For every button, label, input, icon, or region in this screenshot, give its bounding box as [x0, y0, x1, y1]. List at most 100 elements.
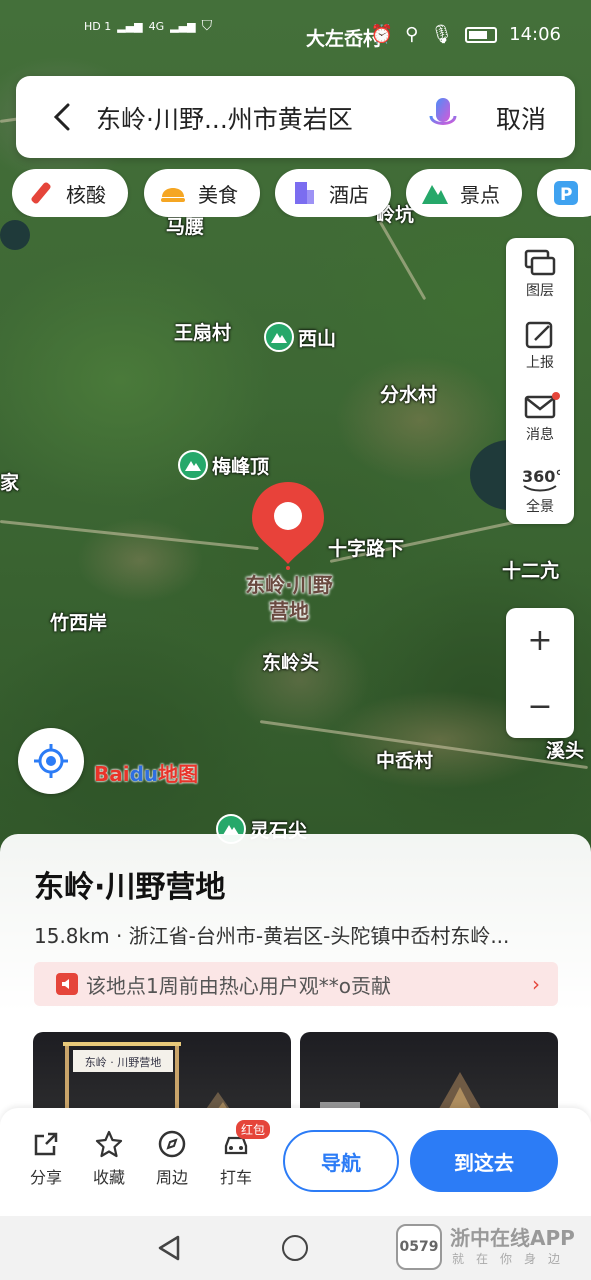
cancel-button[interactable]: 取消 — [496, 100, 546, 136]
signal-indicators: HD 1 ▂▄▆ 4G ▂▄▆ ⛉ — [84, 18, 212, 34]
signal-icon: ▂▄▆ — [117, 19, 143, 33]
map-lake — [0, 220, 30, 250]
action-label: 周边 — [155, 1168, 188, 1187]
photo-sign-text: 东岭 · 川野营地 — [85, 1055, 162, 1069]
voice-search-icon[interactable] — [428, 96, 458, 138]
action-label: 打车 — [219, 1168, 252, 1187]
search-input[interactable]: 东岭·川野...州市黄岩区 — [96, 100, 353, 136]
star-icon — [95, 1130, 123, 1158]
map-label-jia: 家 — [0, 472, 20, 494]
poi-meifeng[interactable]: 梅峰顶 — [178, 450, 269, 480]
logo-part: du — [129, 762, 159, 786]
tool-label: 消息 — [526, 427, 554, 443]
notice-text: 该地点1周前由热心用户观**o贡献 — [86, 973, 391, 998]
chip-label: 美食 — [198, 182, 238, 207]
chip-nucleic-test[interactable]: 核酸 — [12, 169, 128, 217]
shield-icon: ⛉ — [201, 18, 213, 34]
microphone-status-icon: 🎙 — [430, 24, 454, 45]
logo-part: 地图 — [158, 762, 199, 786]
notification-dot — [552, 392, 560, 400]
map-label-wangshan: 王扇村 — [174, 322, 232, 344]
share-button[interactable]: 分享 — [21, 1130, 71, 1188]
go-here-button[interactable]: 到这去 — [410, 1130, 558, 1192]
crosshair-icon — [34, 744, 68, 778]
signal-icon: ▂▄▆ — [170, 19, 196, 33]
poi-xishan[interactable]: 西山 — [264, 322, 336, 352]
panorama-360-icon: 360° — [522, 467, 560, 492]
clock: 14:06 — [509, 24, 561, 45]
chip-label: 酒店 — [329, 182, 369, 207]
poi-label: 梅峰顶 — [212, 455, 270, 478]
tool-label: 图层 — [526, 283, 554, 299]
mountain-icon — [264, 322, 294, 352]
system-home-icon[interactable] — [282, 1235, 308, 1261]
logo-part: Bai — [94, 762, 130, 786]
map-label-fenshui: 分水村 — [380, 384, 438, 406]
chip-scenic[interactable]: 景点 — [406, 169, 522, 217]
action-bar: 分享 收藏 周边 打车 红包 导航 到这去 — [0, 1108, 591, 1216]
speaker-icon — [56, 973, 78, 995]
red-packet-badge: 红包 — [236, 1120, 271, 1139]
map-road — [0, 520, 259, 551]
chip-label: 核酸 — [66, 182, 106, 207]
watermark-title: 浙中在线APP — [450, 1226, 575, 1250]
map-label-dongling-tou: 东岭头 — [262, 652, 320, 674]
parking-icon: P — [551, 178, 581, 208]
sim2-label: 4G — [148, 19, 165, 33]
location-pin-icon[interactable] — [250, 480, 326, 570]
scenic-icon — [420, 178, 450, 208]
report-icon — [525, 321, 553, 349]
pin-label: 东岭·川野营地 — [245, 573, 333, 623]
back-icon[interactable] — [48, 102, 78, 132]
chevron-right-icon: › — [532, 972, 540, 996]
hotel-icon — [289, 178, 319, 208]
svg-text:P: P — [560, 185, 572, 205]
zoom-in-button[interactable]: + — [506, 608, 574, 672]
test-tube-icon — [26, 178, 56, 208]
contribution-notice[interactable]: 该地点1周前由热心用户观**o贡献 › — [34, 962, 558, 1006]
layers-button[interactable]: 图层 — [506, 240, 574, 310]
system-nav-bar: 0579 浙中在线APP 就在你身边 — [0, 1216, 591, 1280]
search-bar[interactable]: 东岭·川野...州市黄岩区 取消 — [16, 76, 575, 158]
map-label-shizilu: 十字路下 — [328, 538, 405, 560]
map-tools-panel: 图层 上报 消息 360° 全景 — [506, 238, 574, 524]
tool-label: 全景 — [526, 499, 554, 515]
messages-button[interactable]: 消息 — [506, 384, 574, 454]
map-label-zhongao: 中岙村 — [376, 750, 434, 772]
system-back-icon[interactable] — [156, 1234, 184, 1262]
panorama-button[interactable]: 360° 全景 — [506, 456, 574, 526]
baidu-map-logo: Baidu地图 — [94, 758, 198, 787]
food-icon — [158, 178, 188, 208]
watermark-logo: 0579 — [396, 1224, 442, 1270]
mountain-icon — [178, 450, 208, 480]
map-label-zhuxian: 竹西岸 — [50, 612, 108, 634]
locate-me-button[interactable] — [18, 728, 84, 794]
status-bar: HD 1 ▂▄▆ 4G ▂▄▆ ⛉ 大左岙村 ⏰ ⚲ 🎙 14:06 — [0, 18, 591, 52]
favorite-button[interactable]: 收藏 — [84, 1130, 134, 1188]
place-address: 15.8km · 浙江省-台州市-黄岩区-头陀镇中岙村东岭... — [34, 924, 510, 948]
map-label-shieryuan: 十二亢 — [502, 560, 560, 582]
chip-food[interactable]: 美食 — [144, 169, 260, 217]
watermark-subtitle: 就在你身边 — [452, 1252, 573, 1266]
category-chips: 核酸 美食 酒店 景点 P — [12, 169, 591, 217]
layers-icon — [524, 249, 556, 276]
watermark: 0579 浙中在线APP 就在你身边 — [396, 1220, 586, 1276]
alarm-icon: ⏰ — [370, 24, 394, 45]
nearby-button[interactable]: 周边 — [147, 1130, 197, 1188]
share-icon — [34, 1132, 58, 1156]
tool-label: 上报 — [526, 355, 554, 371]
map-label-xitou: 溪头 — [546, 740, 585, 762]
chip-parking[interactable]: P — [537, 169, 591, 217]
zoom-out-button[interactable]: − — [506, 674, 574, 738]
svg-text:360°: 360° — [522, 467, 560, 486]
poi-label: 西山 — [298, 327, 337, 350]
chip-hotel[interactable]: 酒店 — [275, 169, 391, 217]
action-label: 分享 — [29, 1168, 62, 1187]
map-road — [378, 220, 427, 301]
chip-label: 景点 — [460, 182, 500, 207]
navigate-button[interactable]: 导航 — [283, 1130, 399, 1192]
action-label: 收藏 — [92, 1168, 125, 1187]
place-title: 东岭·川野营地 — [34, 870, 226, 905]
battery-icon — [465, 26, 498, 43]
report-button[interactable]: 上报 — [506, 312, 574, 382]
